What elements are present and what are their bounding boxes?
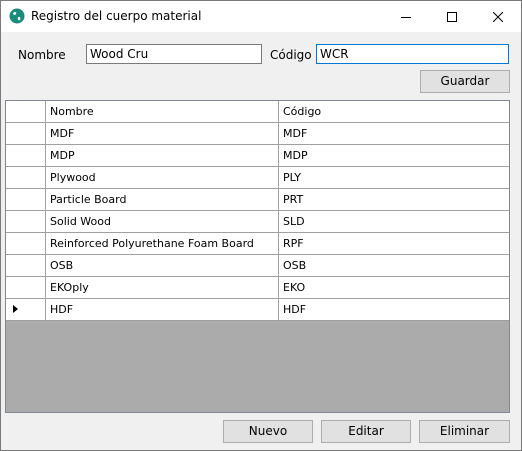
table-row[interactable]: Solid Wood SLD (6, 211, 509, 233)
row-header-cell[interactable] (6, 299, 46, 321)
cell-codigo[interactable]: PLY (279, 167, 509, 189)
cell-codigo[interactable]: MDF (279, 123, 509, 145)
window-title: Registro del cuerpo material (31, 9, 202, 23)
maximize-button[interactable] (429, 1, 475, 32)
guardar-button[interactable]: Guardar (420, 70, 510, 93)
cell-codigo[interactable]: SLD (279, 211, 509, 233)
cell-nombre[interactable]: Solid Wood (46, 211, 279, 233)
grid-corner-cell[interactable] (6, 101, 46, 123)
cell-nombre[interactable]: HDF (46, 299, 279, 321)
grid-header-row: Nombre Código (6, 101, 509, 123)
table-row[interactable]: MDF MDF (6, 123, 509, 145)
cell-nombre[interactable]: Particle Board (46, 189, 279, 211)
column-header-codigo[interactable]: Código (279, 101, 509, 123)
nombre-label: Nombre (18, 48, 66, 62)
table-row[interactable]: OSB OSB (6, 255, 509, 277)
table-row[interactable]: HDF HDF (6, 299, 509, 321)
row-header-cell[interactable] (6, 255, 46, 277)
cell-codigo[interactable]: RPF (279, 233, 509, 255)
close-button[interactable] (475, 1, 521, 32)
codigo-label: Código (270, 48, 312, 62)
table-row[interactable]: EKOply EKO (6, 277, 509, 299)
minimize-icon (401, 12, 411, 22)
row-header-cell[interactable] (6, 145, 46, 167)
globe-app-icon (9, 8, 25, 24)
table-row[interactable]: MDP MDP (6, 145, 509, 167)
nombre-input[interactable]: Wood Cru (86, 44, 262, 64)
column-header-nombre[interactable]: Nombre (46, 101, 279, 123)
row-header-cell[interactable] (6, 233, 46, 255)
table-row[interactable]: Reinforced Polyurethane Foam Board RPF (6, 233, 509, 255)
cell-codigo[interactable]: MDP (279, 145, 509, 167)
row-header-cell[interactable] (6, 211, 46, 233)
table-row[interactable]: Plywood PLY (6, 167, 509, 189)
title-bar[interactable]: Registro del cuerpo material (1, 1, 521, 32)
minimize-button[interactable] (383, 1, 429, 32)
codigo-input[interactable]: WCR (316, 44, 509, 64)
row-header-cell[interactable] (6, 189, 46, 211)
editar-button[interactable]: Editar (321, 420, 411, 443)
cell-nombre[interactable]: EKOply (46, 277, 279, 299)
material-registry-window: Registro del cuerpo material Nombre Wood… (0, 0, 522, 451)
row-header-cell[interactable] (6, 277, 46, 299)
materials-grid[interactable]: Nombre Código MDF MDF MDP MDP Plywood PLY Part… (5, 100, 510, 413)
cell-codigo[interactable]: EKO (279, 277, 509, 299)
cell-nombre[interactable]: Reinforced Polyurethane Foam Board (46, 233, 279, 255)
table-row[interactable]: Particle Board PRT (6, 189, 509, 211)
cell-codigo[interactable]: OSB (279, 255, 509, 277)
nuevo-button[interactable]: Nuevo (223, 420, 313, 443)
eliminar-button[interactable]: Eliminar (419, 420, 510, 443)
close-icon (493, 11, 503, 22)
maximize-icon (447, 11, 457, 22)
row-header-cell[interactable] (6, 123, 46, 145)
cell-codigo[interactable]: HDF (279, 299, 509, 321)
cell-nombre[interactable]: OSB (46, 255, 279, 277)
row-header-cell[interactable] (6, 167, 46, 189)
cell-nombre[interactable]: Plywood (46, 167, 279, 189)
current-row-arrow-icon (13, 305, 18, 313)
cell-codigo[interactable]: PRT (279, 189, 509, 211)
cell-nombre[interactable]: MDF (46, 123, 279, 145)
cell-nombre[interactable]: MDP (46, 145, 279, 167)
